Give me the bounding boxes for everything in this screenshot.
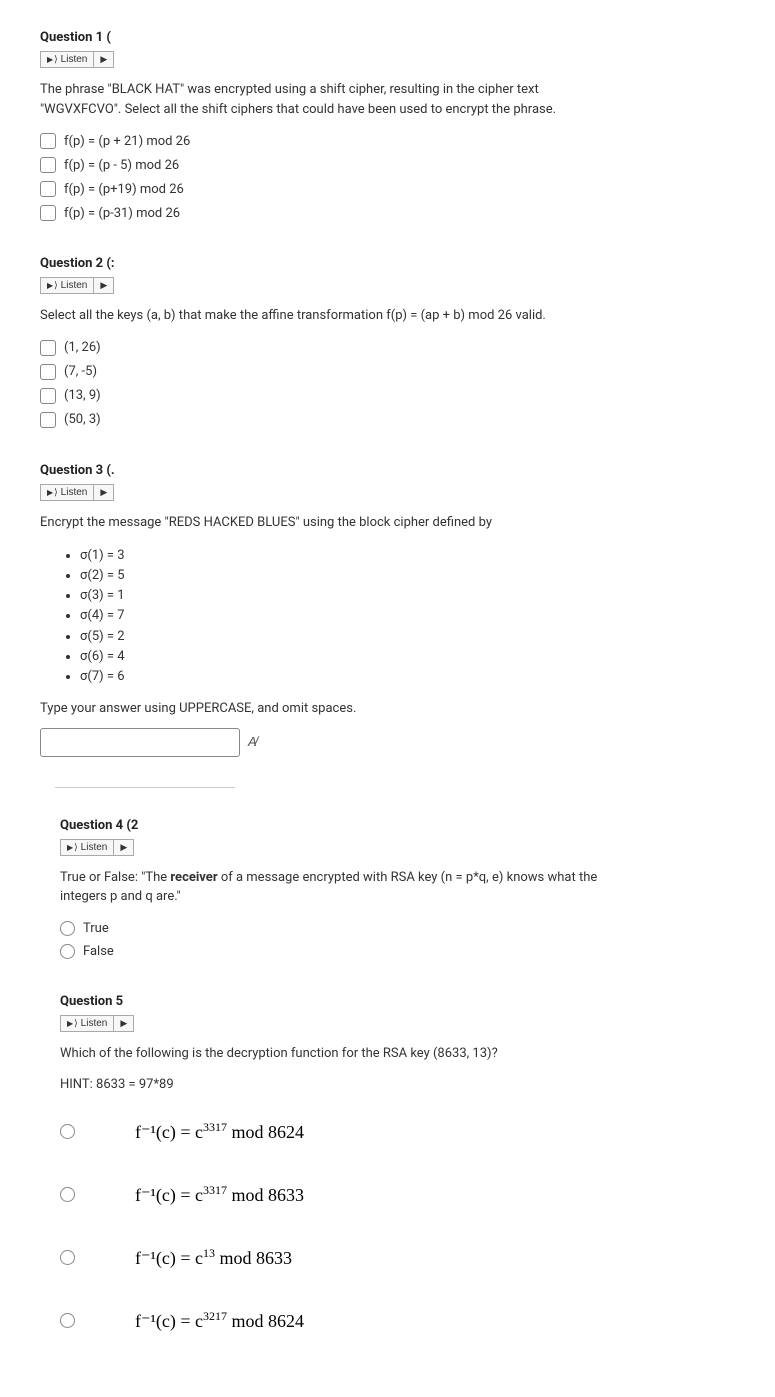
question-3: Question 3 (. Listen ▶ Encrypt the messa… <box>40 463 735 1333</box>
hint: HINT: 8633 = 97*89 <box>60 1077 735 1092</box>
choice-list: True False <box>60 921 735 959</box>
choice-label: f(p) = (p-31) mod 26 <box>64 206 180 221</box>
choice-list: f(p) = (p + 21) mod 26 f(p) = (p - 5) mo… <box>40 133 735 221</box>
choice-row: f(p) = (p + 21) mod 26 <box>40 133 735 149</box>
checkbox[interactable] <box>40 412 56 428</box>
radio[interactable] <box>60 1313 75 1328</box>
question-title: Question 2 (: <box>40 256 735 271</box>
choice-row: (1, 26) <box>40 340 735 356</box>
choice-label: False <box>83 944 114 959</box>
spellcheck-icon[interactable]: A̸ <box>248 734 257 750</box>
choice-label: (13, 9) <box>64 388 101 403</box>
choice-row: (7, -5) <box>40 364 735 380</box>
sigma-item: σ(3) = 1 <box>80 586 735 606</box>
choice-label: f(p) = (p + 21) mod 26 <box>64 134 190 149</box>
choice-row: f⁻¹(c) = c3217 mod 8624 <box>60 1309 735 1332</box>
divider <box>55 787 235 788</box>
sound-icon <box>67 1018 78 1029</box>
listen-controls: Listen ▶ <box>40 484 114 501</box>
sigma-item: σ(4) = 7 <box>80 606 735 626</box>
choice-list: (1, 26) (7, -5) (13, 9) (50, 3) <box>40 340 735 428</box>
question-body: Which of the following is the decryption… <box>60 1044 620 1064</box>
play-button[interactable]: ▶ <box>94 277 114 294</box>
choice-row: f(p) = (p - 5) mod 26 <box>40 157 735 173</box>
choice-row: f⁻¹(c) = c3317 mod 8633 <box>60 1183 735 1206</box>
sigma-list: σ(1) = 3 σ(2) = 5 σ(3) = 1 σ(4) = 7 σ(5)… <box>70 546 735 687</box>
play-button[interactable]: ▶ <box>114 839 134 856</box>
choice-label: (1, 26) <box>64 340 101 355</box>
sigma-item: σ(5) = 2 <box>80 627 735 647</box>
listen-controls: Listen ▶ <box>40 51 114 68</box>
radio[interactable] <box>60 1187 75 1202</box>
listen-controls: Listen ▶ <box>40 277 114 294</box>
choice-label: (7, -5) <box>64 364 97 379</box>
listen-button[interactable]: Listen <box>60 839 114 856</box>
question-title: Question 4 (2 <box>60 818 735 833</box>
listen-controls: Listen ▶ <box>60 839 134 856</box>
checkbox[interactable] <box>40 205 56 221</box>
question-1: Question 1 ( Listen ▶ The phrase "BLACK … <box>40 30 735 221</box>
sigma-item: σ(2) = 5 <box>80 566 735 586</box>
checkbox[interactable] <box>40 133 56 149</box>
choice-row: (13, 9) <box>40 388 735 404</box>
question-title: Question 3 (. <box>40 463 735 478</box>
checkbox[interactable] <box>40 388 56 404</box>
sound-icon <box>47 487 58 498</box>
choice-row: (50, 3) <box>40 412 735 428</box>
checkbox[interactable] <box>40 157 56 173</box>
sound-icon <box>47 280 58 291</box>
instruction: Type your answer using UPPERCASE, and om… <box>40 701 735 716</box>
radio[interactable] <box>60 1250 75 1265</box>
answer-input-wrap: A̸ <box>40 728 735 757</box>
question-body: Select all the keys (a, b) that make the… <box>40 306 600 326</box>
choice-label: (50, 3) <box>64 412 101 427</box>
question-title: Question 5 <box>60 994 735 1009</box>
listen-button[interactable]: Listen <box>40 51 94 68</box>
formula: f⁻¹(c) = c3317 mod 8624 <box>135 1120 304 1143</box>
choice-label: True <box>83 921 109 936</box>
choice-row: f(p) = (p-31) mod 26 <box>40 205 735 221</box>
formula: f⁻¹(c) = c3317 mod 8633 <box>135 1183 304 1206</box>
choice-row: f⁻¹(c) = c13 mod 8633 <box>60 1246 735 1269</box>
choice-row: f(p) = (p+19) mod 26 <box>40 181 735 197</box>
choice-label: f(p) = (p - 5) mod 26 <box>64 158 179 173</box>
play-button[interactable]: ▶ <box>114 1015 134 1032</box>
checkbox[interactable] <box>40 340 56 356</box>
sound-icon <box>67 842 78 853</box>
sigma-item: σ(1) = 3 <box>80 546 735 566</box>
choice-label: f(p) = (p+19) mod 26 <box>64 182 184 197</box>
listen-button[interactable]: Listen <box>40 277 94 294</box>
listen-controls: Listen ▶ <box>60 1015 134 1032</box>
choice-row: False <box>60 944 735 959</box>
radio[interactable] <box>60 921 75 936</box>
formula: f⁻¹(c) = c3217 mod 8624 <box>135 1309 304 1332</box>
choice-row: f⁻¹(c) = c3317 mod 8624 <box>60 1120 735 1143</box>
choice-row: True <box>60 921 735 936</box>
formula: f⁻¹(c) = c13 mod 8633 <box>135 1246 292 1269</box>
question-5: Question 5 Listen ▶ Which of the followi… <box>60 994 735 1333</box>
question-body: The phrase "BLACK HAT" was encrypted usi… <box>40 80 600 119</box>
checkbox[interactable] <box>40 181 56 197</box>
play-button[interactable]: ▶ <box>94 51 114 68</box>
question-title: Question 1 ( <box>40 30 735 45</box>
question-body: True or False: "The receiver of a messag… <box>60 868 620 907</box>
question-2: Question 2 (: Listen ▶ Select all the ke… <box>40 256 735 428</box>
checkbox[interactable] <box>40 364 56 380</box>
sound-icon <box>47 54 58 65</box>
question-body: Encrypt the message "REDS HACKED BLUES" … <box>40 513 600 533</box>
listen-button[interactable]: Listen <box>40 484 94 501</box>
play-button[interactable]: ▶ <box>94 484 114 501</box>
question-4: Question 4 (2 Listen ▶ True or False: "T… <box>60 818 735 959</box>
radio[interactable] <box>60 944 75 959</box>
answer-input[interactable] <box>40 728 240 757</box>
sigma-item: σ(6) = 4 <box>80 647 735 667</box>
listen-button[interactable]: Listen <box>60 1015 114 1032</box>
radio[interactable] <box>60 1124 75 1139</box>
sigma-item: σ(7) = 6 <box>80 667 735 687</box>
